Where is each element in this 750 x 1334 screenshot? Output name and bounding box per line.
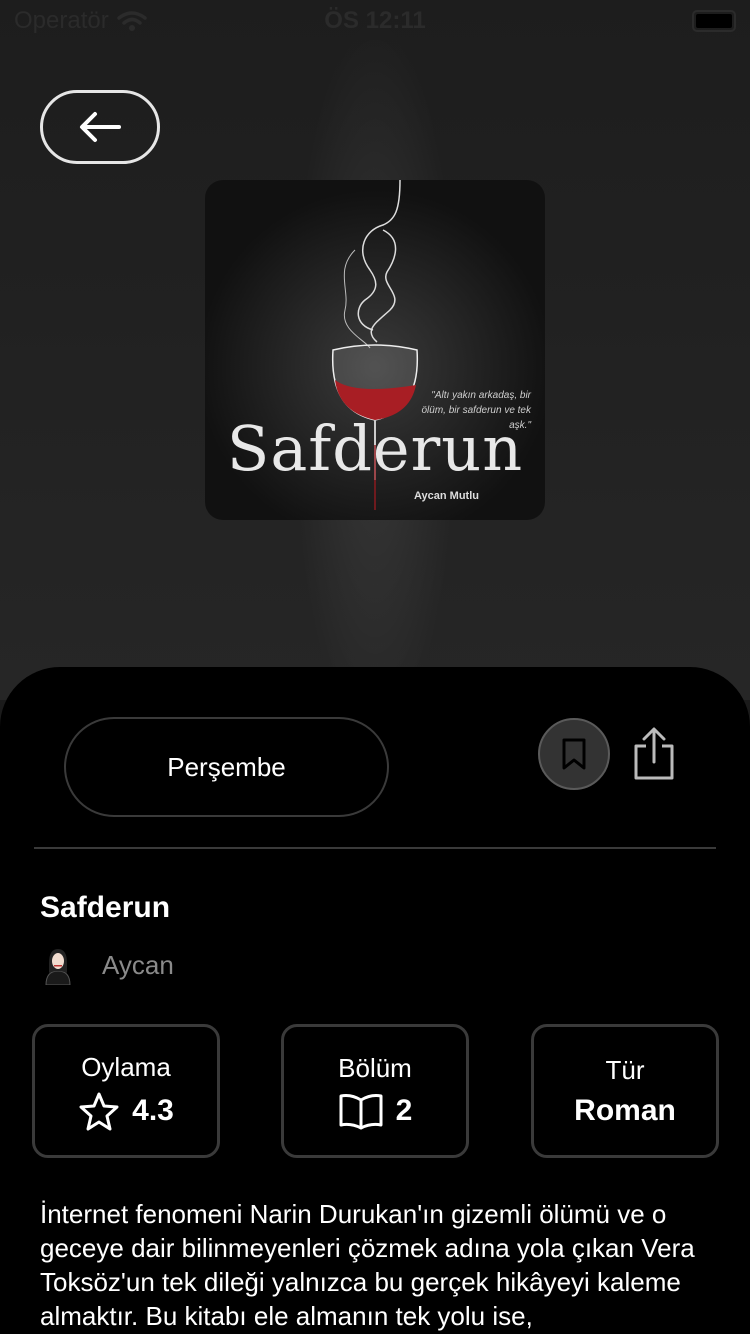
book-description: İnternet fenomeni Narin Durukan'ın gizem… [40, 1199, 695, 1331]
status-bar: Operatör ÖS 12:11 [0, 0, 750, 40]
book-open-icon [339, 1093, 383, 1129]
rating-card: Oylama 4.3 [32, 1024, 220, 1158]
rating-value-row: 4.3 [78, 1091, 174, 1131]
author-link[interactable]: Aycan [40, 943, 174, 987]
book-title: Safderun [40, 891, 171, 924]
chapters-value: 2 [395, 1093, 413, 1127]
share-button[interactable] [628, 723, 680, 785]
chapters-card: Bölüm 2 [281, 1024, 469, 1158]
back-button[interactable] [40, 90, 160, 164]
chapters-label: Bölüm [338, 1052, 412, 1083]
book-cover: "Altı yakın arkadaş, bir ölüm, bir safde… [205, 180, 545, 520]
genre-card: Tür Roman [531, 1024, 719, 1158]
details-sheet: Perşembe Safderun Aycan Oylama 4.3 Bölüm… [0, 667, 750, 1334]
share-icon [634, 727, 674, 780]
cover-title: Safderun [226, 412, 524, 485]
bookmark-button[interactable] [538, 718, 610, 790]
status-time: ÖS 12:11 [324, 7, 426, 34]
arrow-left-icon [80, 112, 121, 142]
divider [34, 847, 716, 849]
cover-author: Aycan Mutlu [414, 490, 479, 502]
rating-label: Oylama [81, 1051, 171, 1082]
star-icon [79, 1092, 119, 1130]
author-name: Aycan [102, 949, 174, 980]
rating-value: 4.3 [132, 1093, 174, 1127]
update-day-button[interactable]: Perşembe [64, 717, 389, 817]
bookmark-icon [562, 738, 586, 770]
genre-value: Roman [574, 1093, 676, 1127]
battery-icon [692, 10, 736, 32]
avatar [45, 949, 71, 985]
chapters-value-row: 2 [338, 1092, 413, 1130]
genre-label: Tür [605, 1054, 645, 1085]
